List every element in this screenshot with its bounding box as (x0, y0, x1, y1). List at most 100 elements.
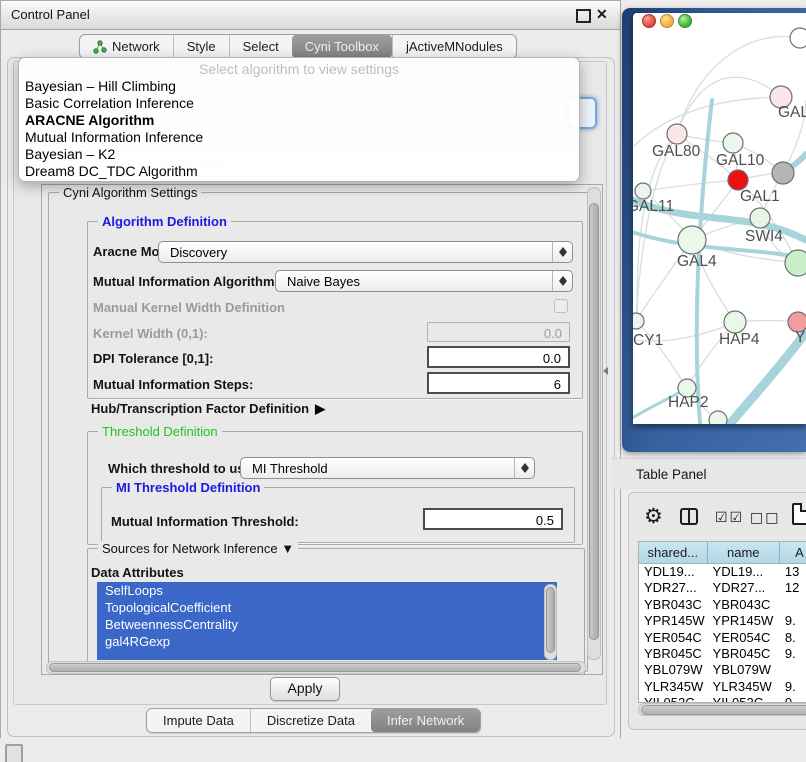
table-row[interactable]: YBR045CYBR045C9. (639, 646, 806, 662)
node-red[interactable] (728, 170, 748, 190)
node-salmon-label: Y (795, 329, 805, 346)
table-body: YDL19...YDL19...13YDR27...YDR27...12YBR0… (639, 564, 806, 702)
table-hscrollbar[interactable] (638, 703, 806, 716)
algorithm-option[interactable]: Mutual Information Inference (19, 129, 579, 146)
settings-hscrollbar-thumb[interactable] (49, 663, 581, 672)
table-cell: YIL052C (639, 695, 708, 702)
mi-threshold-label: Mutual Information Threshold: (111, 514, 299, 529)
node-gray[interactable] (772, 162, 794, 184)
aracne-mode-combo[interactable]: Discovery (158, 241, 573, 263)
tab-infer-network[interactable]: Infer Network (371, 709, 480, 732)
mi-type-combo[interactable]: Naive Bayes (275, 270, 573, 292)
network-edge[interactable] (637, 134, 677, 330)
gear-icon[interactable]: ⚙ (644, 504, 663, 529)
node-bottom[interactable] (709, 411, 727, 424)
close-traffic-light[interactable] (642, 14, 656, 28)
export-table-icon[interactable] (792, 503, 806, 525)
tab-label: Style (187, 35, 216, 58)
combo-stepper-icon (552, 271, 572, 291)
node-gcy1[interactable] (633, 313, 644, 329)
algorithm-option[interactable]: Bayesian – K2 (19, 146, 579, 163)
close-icon[interactable]: ✕ (596, 6, 608, 23)
table-hscrollbar-thumb[interactable] (641, 705, 806, 715)
zoom-traffic-light[interactable] (678, 14, 692, 28)
table-row[interactable]: YDR27...YDR27...12 (639, 580, 806, 596)
table-row[interactable]: YER054CYER054C8. (639, 630, 806, 646)
node-gal1[interactable] (750, 208, 770, 228)
show-columns-icon[interactable] (680, 508, 698, 525)
algorithm-option[interactable]: Dream8 DC_TDC Algorithm (19, 163, 579, 180)
node-gal80[interactable] (667, 124, 687, 144)
sources-toggle[interactable]: Sources for Network Inference ▼ (98, 541, 298, 556)
table-cell: 0. (780, 695, 806, 702)
algorithm-option[interactable]: Bayesian – Hill Climbing (19, 78, 579, 95)
node-gal10-label: GAL10 (716, 152, 765, 169)
table-cell: YDL19... (639, 564, 708, 580)
algorithm-dropdown-items: Bayesian – Hill ClimbingBasic Correlatio… (19, 78, 579, 180)
tab-style[interactable]: Style (173, 35, 229, 58)
network-edge[interactable] (636, 134, 677, 321)
attribute-item[interactable]: gal4RGexp (97, 633, 557, 650)
kernel-width-field[interactable]: 0.0 (427, 322, 570, 342)
tab-impute-data[interactable]: Impute Data (147, 709, 250, 732)
select-all-checkboxes-icon[interactable]: ☑☑ (715, 510, 744, 526)
minimized-panel-icon[interactable] (5, 744, 23, 762)
combo-stepper-icon (552, 242, 572, 262)
table-header-cell[interactable]: name (708, 542, 780, 564)
tab-label: jActiveMNodules (406, 35, 503, 58)
minimize-traffic-light[interactable] (660, 14, 674, 28)
deselect-all-checkboxes-icon[interactable]: □□ (750, 510, 780, 526)
table-header-cell[interactable]: shared... (639, 542, 708, 564)
settings-vscrollbar-thumb[interactable] (589, 203, 599, 640)
attributes-scrollbar-thumb[interactable] (546, 587, 555, 653)
tab-cyni-toolbox[interactable]: Cyni Toolbox (292, 35, 392, 58)
apply-button[interactable]: Apply (270, 677, 340, 701)
node-gal10[interactable] (723, 133, 743, 153)
table-row[interactable]: YPR145WYPR145W9. (639, 613, 806, 629)
settings-vscrollbar[interactable] (587, 187, 601, 660)
panel-splitter-handle[interactable] (603, 367, 608, 375)
mi-threshold-field[interactable]: 0.5 (423, 508, 563, 530)
tab-label: Select (243, 35, 279, 58)
node-gal11[interactable] (635, 183, 651, 199)
node-hap2-label: HAP2 (668, 394, 709, 411)
node-gal4[interactable] (678, 226, 706, 254)
table-row[interactable]: YIL052CYIL052C0. (639, 695, 806, 702)
which-threshold-label: Which threshold to use: (108, 461, 256, 476)
node-swi4-label: SWI4 (745, 228, 783, 245)
table-row[interactable]: YBR043CYBR043C (639, 597, 806, 613)
data-attributes-label: Data Attributes (91, 565, 184, 580)
settings-hscrollbar[interactable] (46, 661, 586, 674)
which-threshold-combo[interactable]: MI Threshold (240, 457, 535, 479)
attribute-item[interactable]: BetweennessCentrality (97, 616, 557, 633)
hub-definition-toggle[interactable]: Hub/Transcription Factor Definition▶ (91, 401, 325, 417)
tab-network[interactable]: Network (80, 35, 173, 58)
network-canvas[interactable]: GAL2GAL80GAL10GAL1GAL11GAL4SWI4HAP4GCY1Y… (633, 13, 806, 424)
tab-jactivemnodules[interactable]: jActiveMNodules (392, 35, 516, 58)
attributes-scrollbar[interactable] (544, 584, 557, 660)
manual-kernel-checkbox[interactable] (554, 299, 568, 313)
node-swi4[interactable] (785, 250, 806, 276)
node-table: shared...nameA YDL19...YDL19...13YDR27..… (638, 541, 806, 703)
table-row[interactable]: YBL079WYBL079W (639, 662, 806, 678)
tab-discretize-data[interactable]: Discretize Data (250, 709, 371, 732)
control-panel-titlebar[interactable]: Control Panel ✕ (1, 1, 620, 30)
table-row[interactable]: YDL19...YDL19...13 (639, 564, 806, 580)
table-header-cell[interactable]: A (780, 542, 806, 564)
algorithm-option[interactable]: Basic Correlation Inference (19, 95, 579, 112)
algorithm-option[interactable]: ARACNE Algorithm (19, 112, 579, 129)
dpi-tolerance-field[interactable]: 0.0 (427, 346, 570, 368)
network-edge[interactable] (677, 77, 781, 134)
tab-select[interactable]: Select (229, 35, 292, 58)
settings-scrollpane: Cyni Algorithm Settings Algorithm Defini… (41, 184, 603, 675)
table-cell: 13 (780, 564, 806, 580)
table-cell: YPR145W (708, 613, 780, 629)
mi-steps-field[interactable]: 6 (427, 372, 570, 394)
float-window-icon[interactable] (576, 9, 591, 23)
attribute-item[interactable]: SelfLoops (97, 582, 557, 599)
table-row[interactable]: YLR345WYLR345W9. (639, 679, 806, 695)
node-hap4[interactable] (724, 311, 746, 333)
attribute-item[interactable]: TopologicalCoefficient (97, 599, 557, 616)
node-top-right[interactable] (790, 28, 806, 48)
table-cell: YBR045C (639, 646, 708, 662)
